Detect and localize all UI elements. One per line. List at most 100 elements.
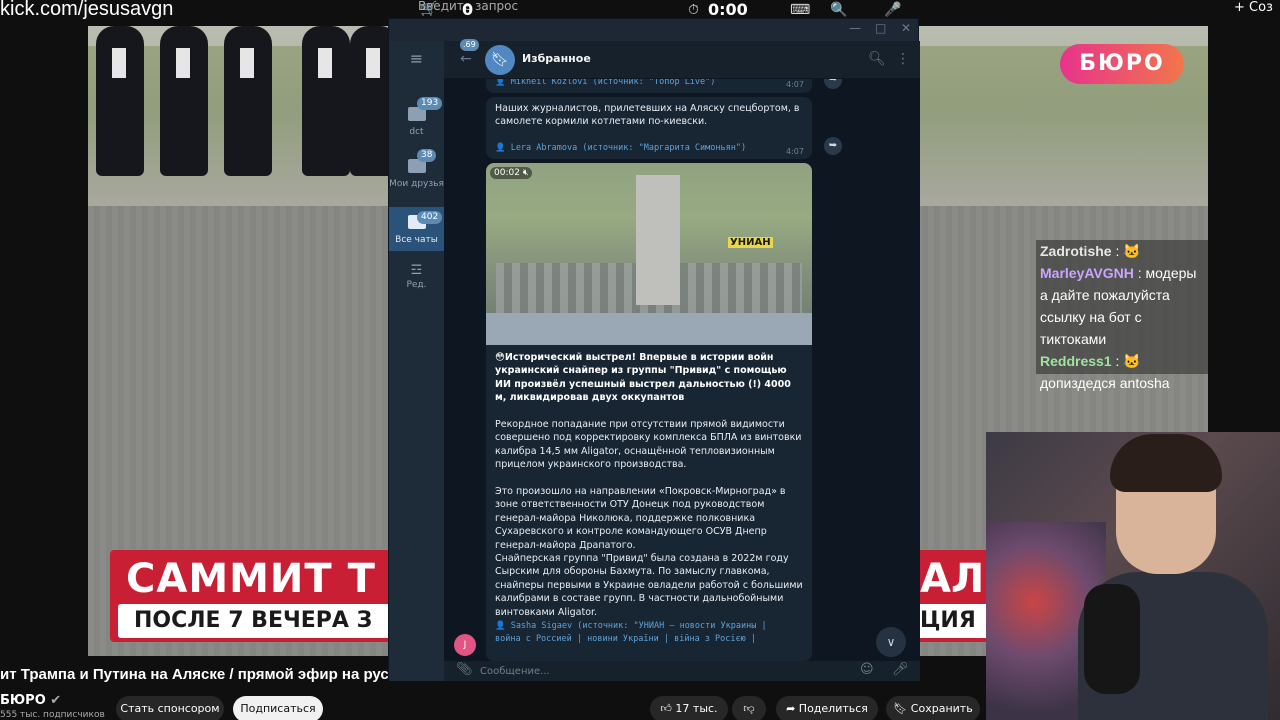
message-bubble: УНИАН 00:02 🔇︎ 😳Исторический выстрел! Вп… [486, 163, 812, 661]
create-button[interactable]: + Соз [1234, 0, 1273, 15]
window-titlebar[interactable]: — □ ✕ [389, 19, 918, 41]
folder-all-chats[interactable]: 402 Все чаты [389, 207, 444, 251]
create-label: Соз [1249, 0, 1273, 15]
message-bubble: Наших журналистов, прилетевших на Аляску… [486, 97, 812, 159]
back-arrow-icon[interactable]: ← [460, 51, 472, 67]
banner-headline-right: АЛ [920, 556, 985, 602]
more-vertical-icon[interactable]: ⋮ [896, 51, 910, 67]
save-button[interactable]: 🔖︎ Сохранить [886, 696, 980, 720]
message-signature: 👤 Sasha Sigaev (источник: "УНИАН — новос… [495, 621, 767, 631]
folder-badge: 193 [417, 97, 443, 110]
thumbs-down-icon: 👎︎ [743, 702, 755, 715]
keyboard-icon[interactable]: ⌨ [790, 2, 810, 18]
message-paragraph: Рекордное попадание при отсутствии прямо… [495, 419, 802, 471]
message-signature: 👤 Lera Abramova (источник: "Маргарита Си… [495, 143, 747, 153]
mic-icon[interactable]: 🎤 [884, 2, 901, 18]
sponsor-button[interactable]: Стать спонсором [116, 696, 224, 720]
subscriber-count: 555 тыс. подписчиков [0, 710, 105, 720]
webcam-streamer-hair [1110, 434, 1222, 492]
share-button[interactable]: ➦ Поделиться [776, 696, 878, 720]
forward-icon[interactable]: ➥ [824, 137, 842, 155]
video-title: ит Трампа и Путина на Аляске / прямой эф… [0, 666, 405, 683]
chat-title[interactable]: Избранное [522, 52, 591, 65]
microphone [1084, 584, 1140, 694]
folder-dct[interactable]: 193 dct [389, 97, 444, 147]
video-tower [636, 175, 680, 305]
folder-friends[interactable]: 38 Мои друзья [389, 149, 444, 207]
timer-icon: ⏱ [688, 2, 699, 18]
like-button[interactable]: 👍︎ 17 тыс. [650, 696, 728, 720]
stream-chat: Zadrotishe : 🐱 MarleyAVGNH : модеры а да… [1036, 240, 1208, 391]
chat-header: ← .69 🔖︎ Избранное 🔍︎ ⋮ [444, 39, 920, 79]
message-time: 4:07 [786, 147, 804, 156]
close-icon[interactable]: ✕ [901, 21, 911, 35]
folder-label: Ред. [406, 280, 427, 290]
share-label: Поделиться [798, 702, 868, 715]
message-bubble: 👤 Mikheil Kozlovi (источник: "Топор Live… [486, 79, 812, 93]
message-feed[interactable]: 👤 Mikheil Kozlovi (источник: "Топор Live… [444, 79, 920, 661]
counter: 0 [462, 0, 474, 19]
chat-user: MarleyAVGNH [1040, 265, 1134, 281]
message-paragraph: Это произошло на направлении «Покровск-М… [495, 486, 786, 551]
channel-name[interactable]: БЮРО ✔ [0, 693, 61, 708]
verified-icon: ✔ [50, 693, 62, 708]
share-icon: ➦ [786, 702, 796, 715]
sliders-icon: ☲ [410, 263, 423, 278]
message-paragraph: Снайперская группа "Привид" была создана… [495, 553, 803, 618]
video-foreground [486, 313, 812, 345]
composer: 📎︎ ☺ 🎤︎ [444, 661, 920, 681]
webcam-feed [986, 432, 1280, 720]
folder-label: Все чаты [395, 235, 438, 245]
search-icon[interactable]: 🔍︎ [868, 51, 886, 67]
chat-text: : 🐱 [1115, 243, 1141, 259]
video-person [302, 26, 350, 176]
like-count: 17 тыс. [675, 702, 718, 715]
folder-badge: 402 [417, 211, 443, 224]
folder-edit[interactable]: ☲ Ред. [389, 263, 444, 299]
telegram-window: — □ ✕ ≡ 193 dct 38 Мои друзья 402 Все ча… [388, 18, 920, 681]
mute-icon[interactable]: 🔇︎ [523, 168, 529, 178]
mic-icon[interactable]: 🎤︎ [892, 662, 909, 677]
emoji-icon[interactable]: ☺ [860, 662, 874, 677]
cart-icon[interactable]: 🛒 [420, 1, 437, 17]
message-signature: 👤 Mikheil Kozlovi (источник: "Топор Live… [495, 79, 716, 87]
unread-badge: .69 [460, 39, 479, 51]
video-person [224, 26, 272, 176]
chat-user: Zadrotishe [1040, 243, 1112, 259]
folder-badge: 38 [417, 149, 437, 162]
video-person [160, 26, 208, 176]
menu-icon[interactable]: ≡ [389, 49, 444, 73]
save-label: Сохранить [910, 702, 973, 715]
forward-icon[interactable]: ➥ [824, 79, 842, 89]
bookmark-avatar-icon: 🔖︎ [485, 45, 515, 75]
message-text: Наших журналистов, прилетевших на Аляску… [495, 103, 800, 128]
maximize-icon[interactable]: □ [875, 21, 886, 35]
video-attachment[interactable]: УНИАН 00:02 🔇︎ [486, 163, 812, 345]
banner-subheadline-right: ЦИЯ [920, 608, 976, 633]
banner-headline: САММИТ Т [126, 556, 376, 602]
subscribe-button[interactable]: Подписаться [233, 696, 323, 720]
bookmark-icon: 🔖︎ [893, 702, 908, 715]
scroll-down-icon[interactable]: ∨ [876, 627, 906, 657]
chat-message: MarleyAVGNH : модеры а дайте пожалуйста … [1040, 262, 1204, 350]
dislike-button[interactable]: 👎︎ [732, 696, 766, 720]
attach-icon[interactable]: 📎︎ [456, 662, 473, 677]
message-signature: война с Россией | новини України | війна… [495, 634, 756, 644]
channel-name-text: БЮРО [0, 693, 46, 708]
thumbs-up-icon: 👍︎ [660, 702, 672, 715]
minimize-icon[interactable]: — [849, 21, 861, 35]
video-person [96, 26, 144, 176]
folder-label: Мои друзья [389, 179, 444, 189]
message-input[interactable] [480, 661, 840, 681]
brand-logo: БЮРО [1060, 44, 1184, 84]
timer: 0:00 [708, 0, 748, 19]
stream-url: kick.com/jesusavgn [0, 0, 174, 20]
video-watermark: УНИАН [728, 237, 773, 248]
video-duration: 00:02 🔇︎ [490, 167, 533, 179]
sender-avatar[interactable]: J [454, 634, 476, 656]
chat-user: Reddress1 [1040, 353, 1112, 369]
message-time: 4:07 [786, 80, 804, 89]
chat-message: Reddress1 : 🐱 допиздедся antosha [1040, 350, 1204, 394]
message-headline: 😳Исторический выстрел! Впервые в истории… [495, 352, 791, 404]
search-icon[interactable]: 🔍 [830, 2, 847, 18]
